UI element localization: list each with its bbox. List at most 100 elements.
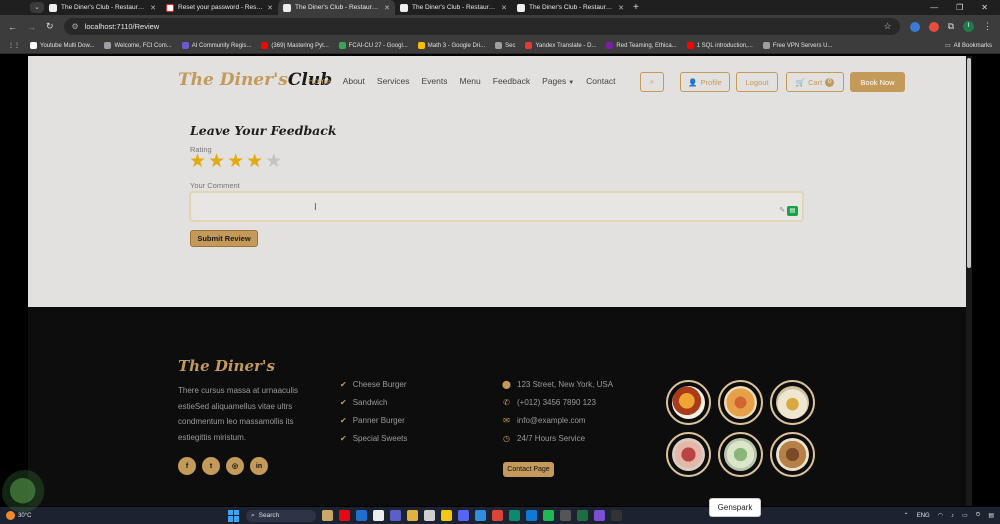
restore-icon[interactable]: ❐ <box>956 3 963 12</box>
pencil-icon[interactable]: ✎ <box>779 206 785 214</box>
taskbar-search[interactable]: ⌕ Search <box>246 509 316 522</box>
close-icon[interactable]: ✕ <box>267 4 273 12</box>
clock-area[interactable]: ⏲ <box>976 512 981 519</box>
puzzle-icon[interactable]: ⧉ <box>948 21 954 32</box>
visual-studio-icon[interactable] <box>594 510 605 521</box>
star-icon[interactable]: ★ <box>227 152 244 172</box>
windows-start-icon[interactable] <box>228 509 240 522</box>
sticky-notes-icon[interactable] <box>441 510 452 521</box>
list-item[interactable]: ✔ Sandwich <box>340 398 407 407</box>
bookmark-item[interactable]: Red Teaming, Ethica... <box>606 42 677 49</box>
bookmark-item[interactable]: Welcome, FCI Com... <box>104 42 172 49</box>
terminal-icon[interactable] <box>560 510 571 521</box>
list-item[interactable]: ✔ Panner Burger <box>340 416 407 425</box>
app-icon[interactable] <box>322 510 333 521</box>
bookmark-item[interactable]: (369) Mastering Pyt... <box>261 42 329 49</box>
spotify-icon[interactable] <box>543 510 554 521</box>
star-icon[interactable]: ★ <box>246 152 263 172</box>
excel-icon[interactable] <box>577 510 588 521</box>
profile-button[interactable]: 👤 Profile <box>680 72 730 92</box>
all-bookmarks[interactable]: ▭ All Bookmarks <box>945 42 992 50</box>
nav-home[interactable]: Home <box>308 76 331 86</box>
file-explorer-icon[interactable] <box>407 510 418 521</box>
close-icon[interactable]: ✕ <box>150 4 156 12</box>
browser-tab[interactable]: The Diner's Club - Restaurant & ✕ <box>44 0 161 15</box>
bookmark-item[interactable]: Free VPN Servers U... <box>762 42 833 49</box>
teams-icon[interactable] <box>390 510 401 521</box>
gallery-image[interactable] <box>718 380 763 425</box>
bookmark-item[interactable]: Youtube Multi Dow... <box>30 42 94 49</box>
browser-tab-active[interactable]: The Diner's Club - Restaurant & ✕ <box>278 0 395 15</box>
linkedin-icon[interactable]: in <box>250 457 268 475</box>
grammar-extension-icon[interactable]: ▤ <box>787 206 798 216</box>
close-icon[interactable]: ✕ <box>501 4 507 12</box>
wifi-icon[interactable]: ◠ <box>938 512 943 519</box>
star-icon[interactable]: ★ <box>265 152 282 172</box>
chevron-up-icon[interactable]: ⌃ <box>904 512 909 519</box>
language-indicator[interactable]: ENG <box>917 513 930 519</box>
close-window-icon[interactable]: ✕ <box>981 3 988 12</box>
reload-icon[interactable]: ↻ <box>46 21 54 32</box>
comment-textarea[interactable]: I ✎ ▤ <box>189 191 804 222</box>
edge-icon[interactable] <box>509 510 520 521</box>
page-scrollbar[interactable] <box>966 56 972 506</box>
tab-search-icon[interactable]: ⌄ <box>30 2 44 13</box>
bookmark-item[interactable]: FCAI-CU 27 - Googl... <box>338 42 408 49</box>
todo-icon[interactable] <box>475 510 486 521</box>
bookmark-item[interactable]: Math 3 - Google Dri... <box>417 42 485 49</box>
notification-icon[interactable]: ▤ <box>988 512 994 519</box>
twitter-icon[interactable]: t <box>202 457 220 475</box>
search-button[interactable]: ⌕ <box>640 72 664 92</box>
gallery-image[interactable] <box>666 380 711 425</box>
minimize-icon[interactable]: — <box>930 3 938 12</box>
vscode-icon[interactable] <box>526 510 537 521</box>
gallery-image[interactable] <box>718 432 763 477</box>
extension-icon[interactable] <box>909 21 920 32</box>
bookmark-item[interactable]: AI Community Regis... <box>181 42 251 49</box>
list-item[interactable]: ✔ Special Sweets <box>340 434 407 443</box>
submit-review-button[interactable]: Submit Review <box>190 230 258 247</box>
gallery-image[interactable] <box>666 432 711 477</box>
close-icon[interactable]: ✕ <box>384 4 390 12</box>
nav-services[interactable]: Services <box>377 76 410 86</box>
nav-contact[interactable]: Contact <box>586 76 615 86</box>
site-info-icon[interactable]: ⚙ <box>72 22 79 31</box>
cart-button[interactable]: 🛒 Cart 0 <box>786 72 844 92</box>
address-bar[interactable]: ⚙ localhost:7110/Review ☆ <box>63 18 900 35</box>
profile-avatar[interactable]: I <box>963 21 974 32</box>
browser-tab[interactable]: The Diner's Club - Restaurant & ✕ <box>395 0 512 15</box>
nav-pages[interactable]: Pages ▼ <box>542 76 574 86</box>
bookmark-star-icon[interactable]: ☆ <box>883 21 891 32</box>
star-icon[interactable]: ★ <box>189 152 206 172</box>
browser-tab[interactable]: Reset your password - Restaura ✕ <box>161 0 278 15</box>
new-tab-icon[interactable]: + <box>633 2 639 13</box>
extension-icon[interactable] <box>928 21 939 32</box>
logout-button[interactable]: Logout <box>736 72 778 92</box>
discord-icon[interactable] <box>458 510 469 521</box>
more-menu-icon[interactable]: ⋮ <box>983 21 992 32</box>
nav-feedback[interactable]: Feedback <box>493 76 530 86</box>
nav-events[interactable]: Events <box>422 76 448 86</box>
close-icon[interactable]: ✕ <box>618 4 624 12</box>
instagram-icon[interactable]: ◎ <box>226 457 244 475</box>
scrollbar-thumb[interactable] <box>967 58 971 268</box>
apps-icon[interactable]: ⋮⋮ <box>8 42 20 49</box>
store-icon[interactable] <box>424 510 435 521</box>
contact-page-button[interactable]: Contact Page <box>503 462 554 477</box>
nav-menu[interactable]: Menu <box>460 76 481 86</box>
app-icon[interactable] <box>611 510 622 521</box>
app-icon[interactable] <box>373 510 384 521</box>
star-icon[interactable]: ★ <box>208 152 225 172</box>
battery-icon[interactable]: ▭ <box>962 512 968 519</box>
nav-about[interactable]: About <box>343 76 365 86</box>
bookmark-item[interactable]: Yandex Translate - D... <box>525 42 596 49</box>
volume-icon[interactable]: ♪ <box>951 513 954 519</box>
gallery-image[interactable] <box>770 432 815 477</box>
gallery-image[interactable] <box>770 380 815 425</box>
bookmark-folder[interactable]: Sec <box>495 42 515 49</box>
book-now-button[interactable]: Book Now <box>850 72 905 92</box>
forward-icon[interactable]: → <box>27 22 36 32</box>
bookmark-item[interactable]: 1 SQL introduction,... <box>686 42 753 49</box>
facebook-icon[interactable]: f <box>178 457 196 475</box>
mail-icon[interactable] <box>356 510 367 521</box>
